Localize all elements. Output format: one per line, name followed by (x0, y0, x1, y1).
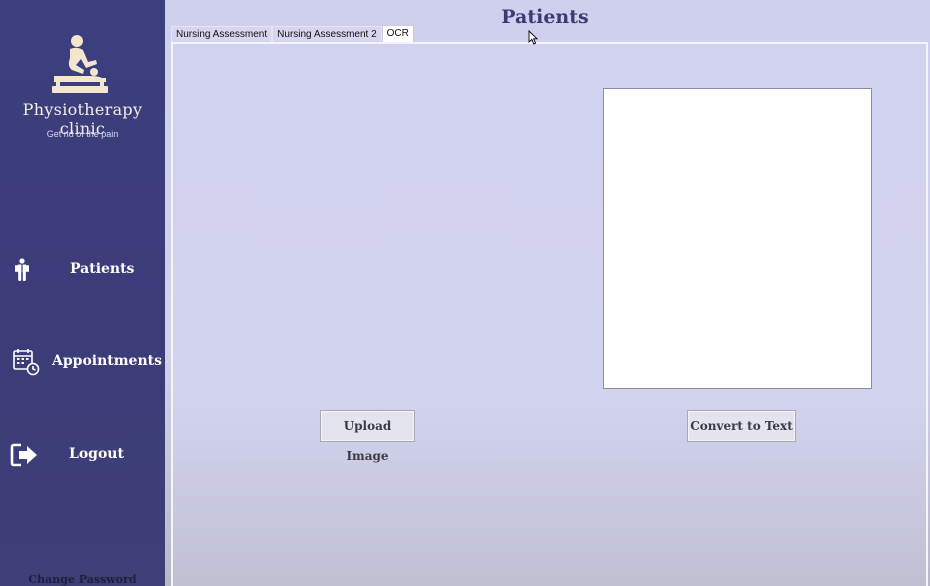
upload-image-button[interactable]: Upload Image (320, 410, 415, 463)
ocr-tab-panel: Upload Image Convert to Text (171, 42, 928, 586)
person-icon (15, 258, 29, 281)
massage-therapy-icon (52, 35, 108, 93)
sidebar-item-patients[interactable]: Patients (0, 253, 165, 287)
convert-to-text-button[interactable]: Convert to Text (687, 410, 796, 442)
page-title: Patients (501, 6, 589, 28)
sidebar-item-appointments[interactable]: Appointments (0, 345, 165, 379)
ocr-text-output[interactable] (603, 88, 872, 389)
mouse-pointer-icon (528, 30, 538, 45)
calendar-clock-icon (13, 349, 40, 376)
sidebar-item-label: Appointments (52, 353, 162, 369)
logout-arrow-icon (10, 443, 37, 467)
tab-nursing-assessment[interactable]: Nursing Assessment (171, 26, 273, 42)
sidebar-item-logout[interactable]: Logout (0, 438, 165, 472)
clinic-tagline: Get rid of the pain (46, 129, 119, 139)
sidebar-item-label: Logout (69, 446, 124, 462)
sidebar: Physiotherapy clinic Get rid of the pain… (0, 0, 165, 586)
main-content: Patients Nursing Assessment Nursing Asse… (165, 0, 930, 586)
tab-nursing-assessment-2[interactable]: Nursing Assessment 2 (272, 26, 382, 42)
sidebar-item-label: Patients (70, 261, 135, 277)
tab-ocr[interactable]: OCR (381, 25, 414, 42)
change-password-link[interactable]: Change Password (0, 573, 165, 586)
tab-bar: Nursing Assessment Nursing Assessment 2 … (171, 25, 414, 43)
